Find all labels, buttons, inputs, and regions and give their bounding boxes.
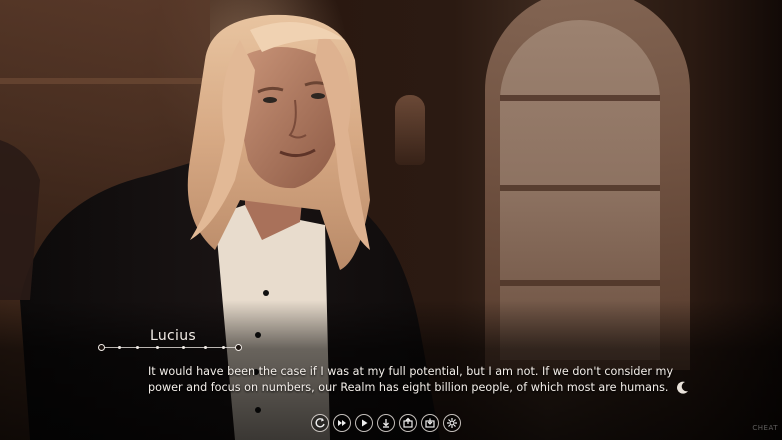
divider-dot [204,346,207,349]
divider-dot [156,346,159,349]
click-to-continue-icon [677,381,689,394]
gear-icon [447,418,457,428]
load-icon [403,417,413,428]
namebox-divider [98,344,242,351]
divider-end-cap [98,344,105,351]
auto-button[interactable] [355,414,373,432]
play-icon [362,419,368,427]
load-button[interactable] [399,414,417,432]
quick-save-button[interactable] [421,414,439,432]
divider-dot [118,346,121,349]
settings-button[interactable] [443,414,461,432]
divider-end-cap [235,344,242,351]
skip-button[interactable] [333,414,351,432]
divider-dot [136,346,139,349]
speaker-name: Lucius [150,328,196,344]
divider-dot [222,346,225,349]
quick-menu [311,414,461,434]
save-icon [383,419,389,428]
rollback-icon [315,418,325,428]
save-button[interactable] [377,414,395,432]
divider-dot [182,346,185,349]
rollback-button[interactable] [311,414,329,432]
watermark: CHEAT [752,424,778,432]
dialogue-box[interactable]: It would have been the case if I was at … [148,364,708,396]
dialogue-text: It would have been the case if I was at … [148,365,674,394]
speaker-namebox: Lucius [98,326,242,356]
quick-save-icon [425,418,435,428]
fast-forward-icon [338,420,346,426]
